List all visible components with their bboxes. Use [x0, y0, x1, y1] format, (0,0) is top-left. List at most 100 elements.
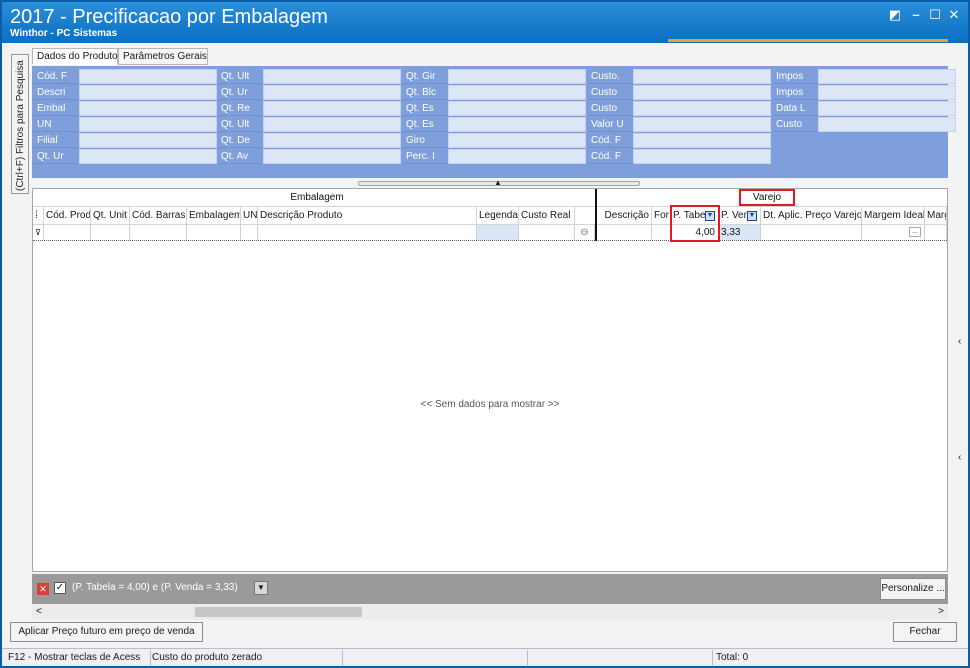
column-header[interactable]: Dt. Aplic. Preço Varejo	[761, 207, 862, 225]
filter-cell[interactable]: ...	[862, 225, 925, 240]
filter-column-2: Qt. Ult Qt. Ur Qt. Re Qt. Ult Qt. De Qt.…	[218, 69, 401, 165]
filter-panel: Cód. F Descri Embal UN Filial Qt. Ur Qt.…	[32, 66, 956, 187]
filter-field[interactable]	[633, 149, 771, 164]
column-header[interactable]: Margem Ideal	[862, 207, 925, 225]
column-header[interactable]: UN	[241, 207, 258, 225]
tab-parametros-gerais[interactable]: Parâmetros Gerais	[118, 48, 208, 65]
band-embalagem: Embalagem	[290, 192, 344, 203]
filter-field[interactable]	[633, 101, 771, 116]
filter-label: Cód. F	[588, 149, 633, 164]
filter-history-dropdown[interactable]: ▼	[254, 581, 268, 595]
filter-field[interactable]	[818, 69, 956, 84]
filter-label: Qt. Blc	[403, 85, 448, 100]
maximize-button[interactable]: ☐	[928, 8, 942, 22]
filter-field[interactable]	[263, 85, 401, 100]
filter-field[interactable]	[818, 85, 956, 100]
close-button[interactable]: ✕	[947, 8, 961, 22]
column-header[interactable]: For	[652, 207, 671, 225]
status-hint: F12 - Mostrar teclas de Acess	[8, 652, 141, 663]
filter-field[interactable]	[633, 133, 771, 148]
filter-field[interactable]	[633, 117, 771, 132]
close-dialog-button[interactable]: Fechar	[893, 622, 957, 642]
column-header[interactable]: Descrição Produto	[258, 207, 477, 225]
filter-field[interactable]	[79, 69, 217, 84]
auto-filter-row: ⊽ ⊖ 4,00 3,33 ...	[33, 225, 947, 241]
clear-filter-icon[interactable]: ⊖	[575, 225, 595, 240]
filter-field[interactable]	[633, 69, 771, 84]
column-header[interactable]: Descrição	[597, 207, 652, 225]
filter-field[interactable]	[79, 133, 217, 148]
filter-cell[interactable]	[241, 225, 258, 240]
ellipsis-button[interactable]: ...	[909, 227, 921, 237]
filter-field[interactable]	[263, 133, 401, 148]
filter-label: Custo	[773, 117, 818, 132]
tab-dados-produto[interactable]: Dados do Produto	[32, 48, 118, 65]
column-header[interactable]: Embalagem	[187, 207, 241, 225]
scroll-right-arrow-icon[interactable]: >	[938, 606, 944, 617]
filter-label: Impos	[773, 85, 818, 100]
filter-label: Giro	[403, 133, 448, 148]
filter-field[interactable]	[79, 85, 217, 100]
filter-cell[interactable]	[258, 225, 477, 240]
scrollbar-thumb[interactable]	[195, 607, 362, 617]
scroll-left-icon[interactable]: ‹	[958, 452, 961, 463]
filter-cell[interactable]	[652, 225, 671, 240]
minimize-button[interactable]: –	[909, 8, 923, 22]
filter-cell[interactable]	[925, 225, 947, 240]
filter-cell[interactable]	[91, 225, 130, 240]
filter-field[interactable]	[448, 85, 586, 100]
status-separator	[342, 650, 343, 665]
filter-label: Qt. Ult	[218, 69, 263, 84]
column-header[interactable]: Cód. Prod	[44, 207, 91, 225]
scroll-left-icon[interactable]: ‹	[958, 336, 961, 347]
column-header-p-venda[interactable]: P. Ven ▼	[719, 207, 761, 225]
filter-field[interactable]	[448, 133, 586, 148]
filter-label: Valor U	[588, 117, 633, 132]
filter-field[interactable]	[448, 101, 586, 116]
filter-field[interactable]	[448, 69, 586, 84]
filter-active-icon[interactable]: ▼	[747, 211, 757, 221]
filter-field[interactable]	[263, 149, 401, 164]
apply-future-price-button[interactable]: Aplicar Preço futuro em preço de venda	[10, 622, 203, 642]
column-header[interactable]: Margem	[925, 207, 947, 225]
customize-button[interactable]: Personalize ...	[880, 578, 946, 600]
filter-cell-p-venda[interactable]: 3,33	[719, 225, 761, 240]
column-header-row: ⁞ Cód. Prod Qt. Unit Cód. Barras Embalag…	[33, 206, 947, 225]
filter-field[interactable]	[448, 149, 586, 164]
filter-field[interactable]	[818, 117, 956, 132]
filter-field[interactable]	[79, 149, 217, 164]
varejo-highlight-box	[739, 189, 795, 206]
filter-field[interactable]	[79, 117, 217, 132]
filter-cell[interactable]	[761, 225, 862, 240]
column-header[interactable]: Legenda	[477, 207, 519, 225]
filter-cell[interactable]	[187, 225, 241, 240]
column-header[interactable]: Qt. Unit	[91, 207, 130, 225]
filter-cell[interactable]	[44, 225, 91, 240]
filter-field[interactable]	[263, 117, 401, 132]
restore-icon[interactable]: ◩	[888, 8, 902, 22]
filter-cell[interactable]	[130, 225, 187, 240]
column-header[interactable]: Cód. Barras	[130, 207, 187, 225]
filter-column-4: Custo. Custo Custo Valor U Cód. F Cód. F	[588, 69, 771, 165]
filter-field[interactable]	[79, 101, 217, 116]
filter-field[interactable]	[633, 85, 771, 100]
filter-field[interactable]	[263, 69, 401, 84]
column-header[interactable]: Custo Real	[519, 207, 575, 225]
filter-field[interactable]	[818, 101, 956, 116]
active-filter-text[interactable]: (P. Tabela = 4,00) e (P. Venda = 3,33)	[72, 582, 238, 593]
filter-column-1: Cód. F Descri Embal UN Filial Qt. Ur	[34, 69, 217, 165]
filter-field[interactable]	[263, 101, 401, 116]
collapse-up-icon[interactable]: ▲	[494, 178, 502, 187]
scroll-left-arrow-icon[interactable]: <	[36, 606, 42, 617]
filter-cell[interactable]	[519, 225, 575, 240]
filter-cell[interactable]	[477, 225, 519, 240]
clear-filter-button[interactable]: ✕	[37, 583, 49, 595]
horizontal-scrollbar[interactable]: < >	[32, 604, 948, 620]
filter-field[interactable]	[448, 117, 586, 132]
grid-filter-footer: ✕ ✓ (P. Tabela = 4,00) e (P. Venda = 3,3…	[32, 574, 948, 604]
filter-cell[interactable]	[597, 225, 652, 240]
filter-enabled-checkbox[interactable]: ✓	[54, 582, 66, 594]
filter-side-tab[interactable]: (Ctrl+F) Filtros para Pesquisa	[11, 54, 29, 194]
row-selector-header-icon: ⁞	[33, 207, 44, 225]
filter-column-3: Qt. Gir Qt. Blc Qt. Es Qt. Es Giro Perc.…	[403, 69, 586, 165]
